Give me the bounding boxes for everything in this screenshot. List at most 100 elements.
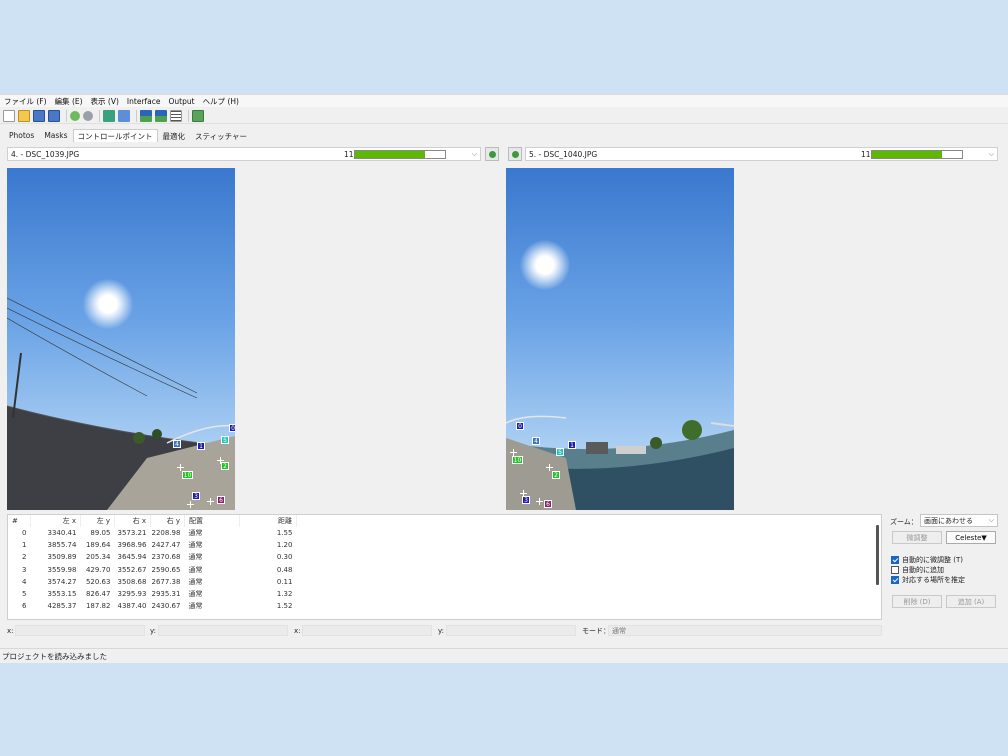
redo-icon[interactable] [83, 110, 93, 121]
control-point-marker[interactable]: 3 [522, 496, 530, 504]
zoom-select[interactable]: 画面にあわせる ⌵ [920, 514, 998, 527]
add-images-icon[interactable] [103, 109, 115, 122]
control-point-marker[interactable]: 2 [552, 471, 560, 479]
undo-icon[interactable] [70, 110, 80, 121]
auto-fine-tune-label: 自動的に微調整 (T) [902, 556, 963, 564]
control-point-marker[interactable]: 6 [217, 496, 225, 504]
table-row[interactable]: 1 3855.74 189.64 3968.96 2427.47 通常 1.20 [8, 539, 296, 551]
control-point-marker[interactable]: 6 [544, 500, 552, 508]
table-row[interactable]: 4 3574.27 520.63 3508.68 2677.38 通常 0.11 [8, 576, 296, 588]
col-mode[interactable]: 配置 [184, 515, 240, 527]
left-image-selector[interactable]: 4. - DSC_1039.JPG 11 ⌵ [7, 147, 481, 161]
left-y-field[interactable] [158, 625, 288, 636]
right-prev-button[interactable] [508, 147, 522, 161]
save-icon[interactable] [33, 109, 45, 122]
control-point-marker[interactable]: 10 [182, 471, 193, 479]
left-next-button[interactable] [485, 147, 499, 161]
fast-preview-icon[interactable] [155, 109, 167, 122]
open-folder-icon[interactable] [18, 109, 30, 122]
mode-select[interactable]: 通常 [608, 625, 882, 636]
col-right-x[interactable]: 右 x [114, 515, 151, 527]
right-image-selector[interactable]: 5. - DSC_1040.JPG 11 ⌵ [525, 147, 998, 161]
chevron-down-icon: ⌵ [988, 149, 994, 158]
crosshair-icon [207, 498, 214, 505]
tab-stitcher[interactable]: スティッチャー [190, 129, 252, 142]
table-cell: 通常 [188, 590, 203, 599]
estimate-checkbox[interactable]: 対応する場所を推定 [891, 575, 965, 585]
table-cell: 0 [22, 529, 27, 538]
table-row[interactable]: 6 4285.37 187.82 4387.40 2430.67 通常 1.52 [8, 600, 296, 612]
table-cell: 2 [22, 553, 27, 562]
table-cell: 4 [22, 577, 27, 586]
control-point-marker[interactable]: 4 [173, 440, 181, 448]
table-cell: 3559.98 [47, 565, 77, 574]
control-point-marker[interactable]: 0 [229, 424, 235, 432]
col-right-y[interactable]: 右 y [150, 515, 185, 527]
menu-interface[interactable]: Interface [127, 97, 161, 106]
delete-button[interactable]: 削除 (D) [892, 595, 942, 608]
control-point-marker[interactable]: 10 [512, 456, 523, 464]
right-y-field[interactable] [446, 625, 576, 636]
tab-photos[interactable]: Photos [4, 129, 39, 142]
y1-label: y: [150, 626, 156, 635]
checkbox-icon [891, 566, 899, 574]
layout-icon[interactable] [192, 109, 204, 122]
left-x-field[interactable] [15, 625, 145, 636]
control-point-marker[interactable]: 1 [568, 441, 576, 449]
right-control-panel: ズーム： 画面にあわせる ⌵ 微調整 Celeste▼ 自動的に微調整 (T) 自… [886, 514, 1004, 624]
control-point-marker[interactable]: 4 [532, 437, 540, 445]
right-point-count: 11 [861, 149, 871, 159]
control-point-marker[interactable]: 0 [516, 422, 524, 430]
table-cell: 205.34 [85, 553, 111, 562]
x2-label: x: [294, 626, 301, 635]
menu-help[interactable]: ヘルプ (H) [203, 96, 239, 107]
right-image-pane[interactable]: 0 4 1 5 3 2 6 10 [506, 168, 1000, 510]
table-cell: 2935.31 [151, 590, 181, 599]
tab-control-points[interactable]: コントロールポイント [72, 129, 158, 142]
table-cell: 通常 [188, 553, 203, 562]
mode-value: 通常 [612, 627, 626, 635]
col-left-y[interactable]: 左 y [80, 515, 115, 527]
list-icon[interactable] [170, 109, 182, 122]
menu-view[interactable]: 表示 (V) [91, 96, 119, 107]
auto-fine-tune-checkbox[interactable]: 自動的に微調整 (T) [891, 555, 963, 565]
table-scrollbar[interactable] [876, 525, 879, 585]
table-cell: 3340.41 [47, 529, 77, 538]
table-cell: 3574.27 [47, 577, 77, 586]
table-cell: 通常 [188, 602, 203, 611]
col-left-x[interactable]: 左 x [30, 515, 81, 527]
col-index[interactable]: # [8, 515, 31, 527]
tab-masks[interactable]: Masks [39, 129, 72, 142]
control-point-marker[interactable]: 1 [197, 442, 205, 450]
preview-panorama-icon[interactable] [140, 109, 152, 122]
new-project-icon[interactable] [3, 109, 15, 122]
col-distance[interactable]: 距離 [239, 515, 297, 527]
table-cell: 3855.74 [47, 541, 77, 550]
control-points-table[interactable]: # 左 x 左 y 右 x 右 y 配置 距離 0 3340.41 89.05 357… [7, 514, 882, 620]
align-images-icon[interactable] [118, 109, 130, 122]
right-scene [506, 415, 734, 510]
menu-edit[interactable]: 編集 (E) [55, 96, 83, 107]
table-cell: 6 [22, 602, 27, 611]
right-photo[interactable]: 0 4 1 5 3 2 6 10 [506, 168, 734, 510]
left-image-pane[interactable]: 0 4 1 5 2 3 6 10 [7, 168, 501, 510]
add-button[interactable]: 追加 (A) [946, 595, 996, 608]
left-photo[interactable]: 0 4 1 5 2 3 6 10 [7, 168, 235, 510]
tab-optimize[interactable]: 最適化 [158, 129, 191, 142]
auto-add-checkbox[interactable]: 自動的に追加 [891, 565, 944, 575]
menu-output[interactable]: Output [169, 97, 195, 106]
save-as-icon[interactable] [48, 109, 60, 122]
fine-tune-button[interactable]: 微調整 [892, 531, 942, 544]
table-row[interactable]: 2 3509.89 205.34 3645.94 2370.68 通常 0.30 [8, 551, 296, 563]
control-point-marker[interactable]: 5 [556, 448, 564, 456]
coordinate-editor: x: y: x: y: モード： 通常 [0, 624, 882, 637]
table-row[interactable]: 3 3559.98 429.70 3552.67 2590.65 通常 0.48 [8, 564, 296, 576]
table-row[interactable]: 5 3553.15 826.47 3295.93 2935.31 通常 1.32 [8, 588, 296, 600]
control-point-marker[interactable]: 5 [221, 436, 229, 444]
right-x-field[interactable] [302, 625, 432, 636]
table-cell: 3509.89 [47, 553, 77, 562]
control-point-marker[interactable]: 3 [192, 492, 200, 500]
table-row[interactable]: 0 3340.41 89.05 3573.21 2208.98 通常 1.55 [8, 527, 296, 539]
celeste-button[interactable]: Celeste▼ [946, 531, 996, 544]
menu-file[interactable]: ファイル (F) [4, 96, 47, 107]
